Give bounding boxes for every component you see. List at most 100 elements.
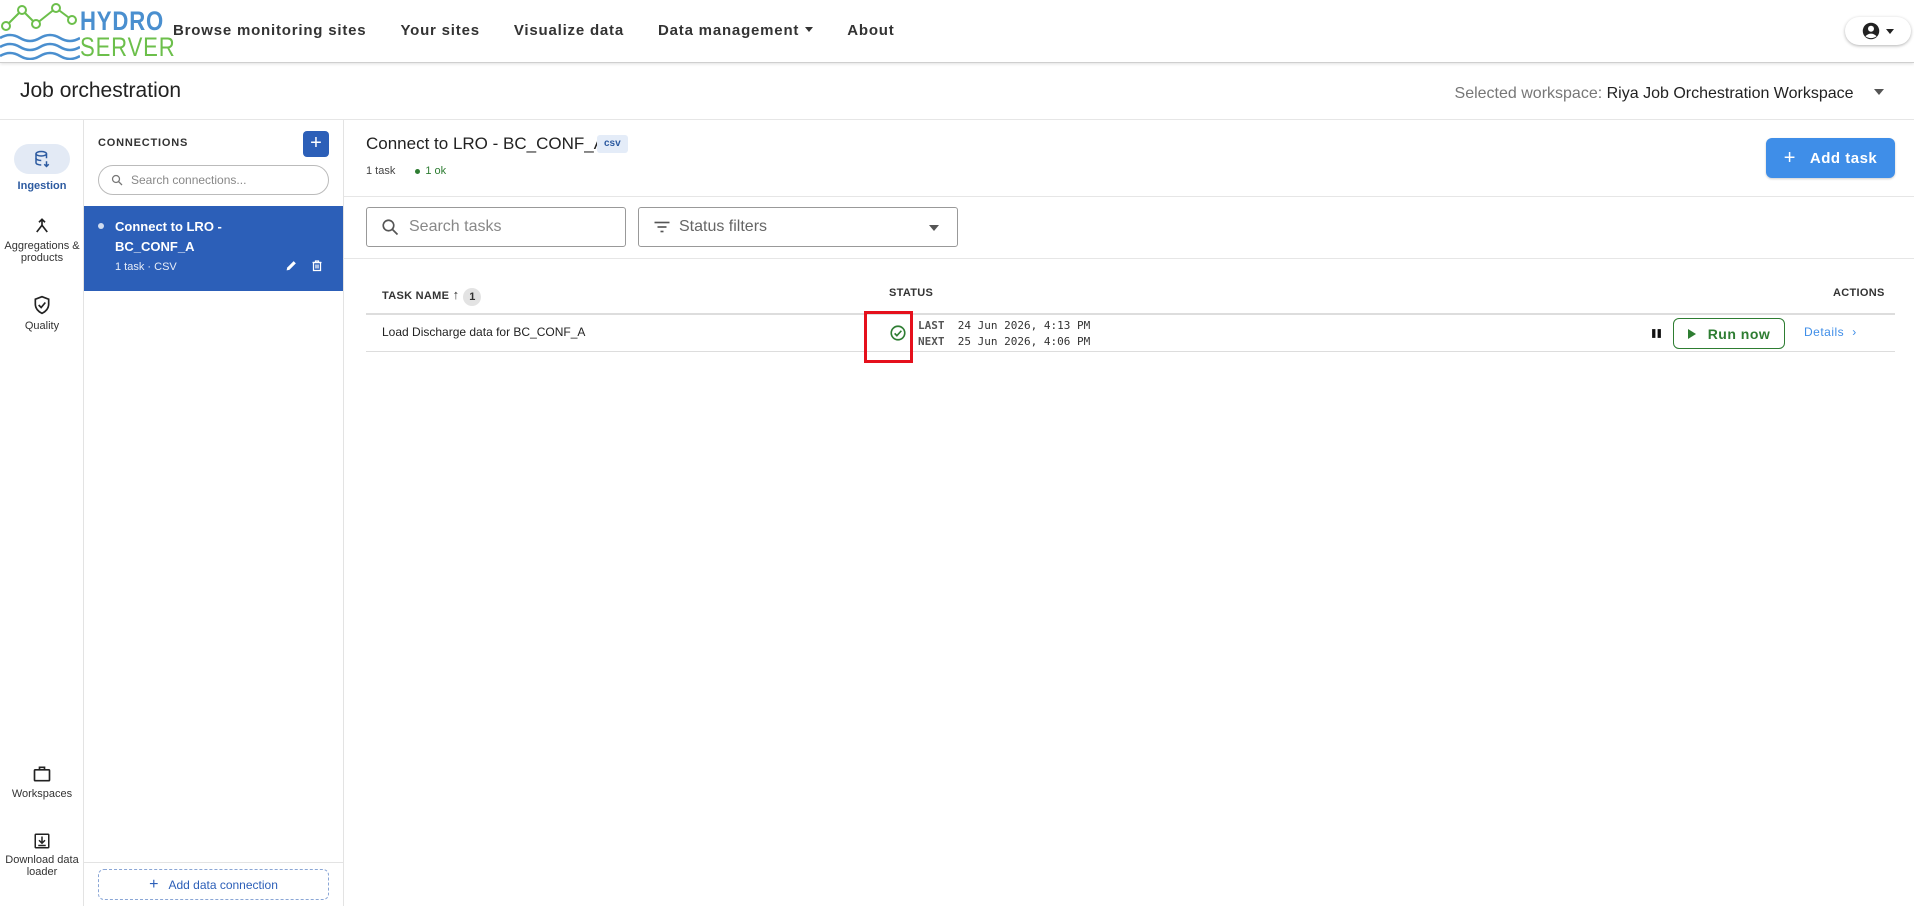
rail-item-quality[interactable]: Quality [0, 294, 84, 332]
nav-data-management[interactable]: Data management [658, 22, 814, 39]
account-circle-icon [1862, 22, 1880, 40]
rail-icon-wrap [0, 216, 84, 236]
add-task-button[interactable]: + Add task [1766, 138, 1895, 178]
connections-search-input[interactable] [131, 173, 311, 187]
run-now-label: Run now [1707, 325, 1771, 342]
column-header-label: TASK NAME [382, 290, 450, 302]
rail-label-ingestion: Ingestion [17, 180, 67, 192]
task-count: 1 task [366, 165, 396, 177]
app-logo[interactable]: HYDRO SERVER [0, 2, 175, 62]
connections-search[interactable] [98, 165, 329, 195]
edit-connection-button[interactable] [285, 259, 298, 277]
main-nav: Browse monitoring sites Your sites Visua… [173, 22, 929, 39]
task-name[interactable]: Load Discharge data for BC_CONF_A [382, 325, 585, 339]
column-header-task-name[interactable]: TASK NAME ↑ 1 [382, 287, 482, 306]
connections-heading: CONNECTIONS [98, 137, 189, 149]
add-task-label: Add task [1809, 149, 1878, 167]
workspace-selector[interactable]: Selected workspace: Riya Job Orchestrati… [1455, 85, 1884, 103]
task-search-input[interactable] [409, 218, 609, 236]
add-data-connection-button[interactable]: + Add data connection [98, 869, 329, 900]
shield-check-icon [34, 295, 50, 315]
last-run-label: LAST [918, 319, 945, 332]
briefcase-icon [33, 766, 51, 782]
search-icon [382, 219, 399, 236]
sort-ascending-icon: ↑ [452, 287, 460, 302]
task-search[interactable] [366, 207, 626, 247]
run-schedule: LAST 24 Jun 2026, 4:13 PM NEXT 25 Jun 20… [918, 318, 1090, 350]
logo-network-icon [0, 3, 81, 61]
ok-count: 1 ok [425, 165, 447, 177]
database-icon [35, 150, 50, 168]
details-link[interactable]: Details › [1804, 325, 1857, 339]
chevron-down-icon [929, 225, 939, 231]
column-header-status[interactable]: STATUS [889, 287, 933, 299]
top-navbar: HYDRO SERVER Browse monitoring sites You… [0, 0, 1914, 63]
rail-label-workspaces: Workspaces [11, 788, 73, 800]
chevron-down-icon [805, 27, 814, 32]
divider [344, 258, 1914, 259]
nav-visualize-data[interactable]: Visualize data [514, 22, 624, 39]
page-title: Job orchestration [20, 79, 182, 102]
plus-icon: + [1783, 146, 1796, 169]
connection-status-dot [98, 223, 104, 229]
sort-order-badge: 1 [463, 288, 482, 306]
column-header-actions: ACTIONS [1833, 287, 1885, 299]
divider [344, 196, 1914, 197]
table-row-divider [366, 351, 1895, 352]
pencil-icon [286, 261, 296, 271]
rail-item-workspaces[interactable]: Workspaces [0, 764, 84, 800]
rail-icon-wrap [0, 764, 84, 784]
add-data-connection-label: Add data connection [168, 877, 278, 892]
last-run-value: 24 Jun 2026, 4:13 PM [957, 319, 1091, 332]
rail-label-download-loader: Download data loader [5, 854, 79, 878]
nav-browse-monitoring-sites[interactable]: Browse monitoring sites [173, 22, 366, 39]
connection-title: Connect to LRO - BC_CONF_A [366, 134, 606, 153]
logo-text-server: SERVER [80, 32, 176, 62]
pause-button[interactable] [1651, 326, 1662, 344]
connection-meta: 1 task · CSV [115, 261, 177, 273]
delete-connection-button[interactable] [311, 259, 323, 277]
merge-icon [36, 218, 48, 233]
rail-item-download-loader[interactable]: Download data loader [0, 832, 84, 878]
nav-your-sites[interactable]: Your sites [400, 22, 479, 39]
trash-icon [312, 260, 322, 272]
plus-icon: + [149, 875, 159, 893]
status-filter-select[interactable]: Status filters [638, 207, 958, 247]
download-box-icon [34, 833, 50, 849]
rail-label-aggregations: Aggregations & products [4, 240, 80, 264]
rail-item-aggregations[interactable]: Aggregations & products [0, 216, 84, 264]
filter-icon [654, 221, 670, 233]
nav-about[interactable]: About [847, 22, 894, 39]
connection-name: Connect to LRO - BC_CONF_A [115, 219, 222, 254]
highlight-box [864, 311, 913, 363]
add-connection-button[interactable]: + [303, 131, 329, 157]
connection-item[interactable]: Connect to LRO - BC_CONF_A 1 task · CSV [84, 206, 343, 291]
chevron-right-icon: › [1852, 325, 1857, 339]
panel-footer-divider [84, 862, 343, 863]
format-badge: csv [597, 135, 628, 153]
table-header-divider [366, 313, 1895, 315]
ok-dot-icon [415, 168, 421, 174]
status-filter-label: Status filters [679, 218, 768, 235]
nav-data-management-label: Data management [658, 22, 800, 39]
details-label: Details [1804, 325, 1845, 339]
play-icon [1687, 328, 1696, 339]
workspace-name: Riya Job Orchestration Workspace [1606, 85, 1854, 102]
account-menu-button[interactable] [1845, 17, 1911, 45]
rail-item-ingestion[interactable]: Ingestion [0, 144, 84, 192]
pause-icon [1652, 329, 1661, 338]
run-now-button[interactable]: Run now [1673, 318, 1785, 349]
rail-icon-wrap [14, 144, 70, 174]
search-icon [111, 174, 123, 186]
workspace-label: Selected workspace: [1454, 85, 1603, 102]
rail-label-quality: Quality [24, 320, 60, 332]
next-run-label: NEXT [918, 335, 945, 348]
chevron-down-icon [1886, 28, 1894, 34]
connections-panel: CONNECTIONS + Connect to LRO - BC_CONF_A… [84, 120, 344, 906]
rail-icon-wrap [0, 832, 84, 850]
next-run-value: 25 Jun 2026, 4:06 PM [957, 335, 1091, 348]
connection-summary: 1 task 1 ok [366, 165, 446, 177]
chevron-down-icon [1874, 89, 1884, 95]
rail-icon-wrap [0, 294, 84, 316]
side-rail: Ingestion Aggregations & products Qualit… [0, 120, 84, 906]
